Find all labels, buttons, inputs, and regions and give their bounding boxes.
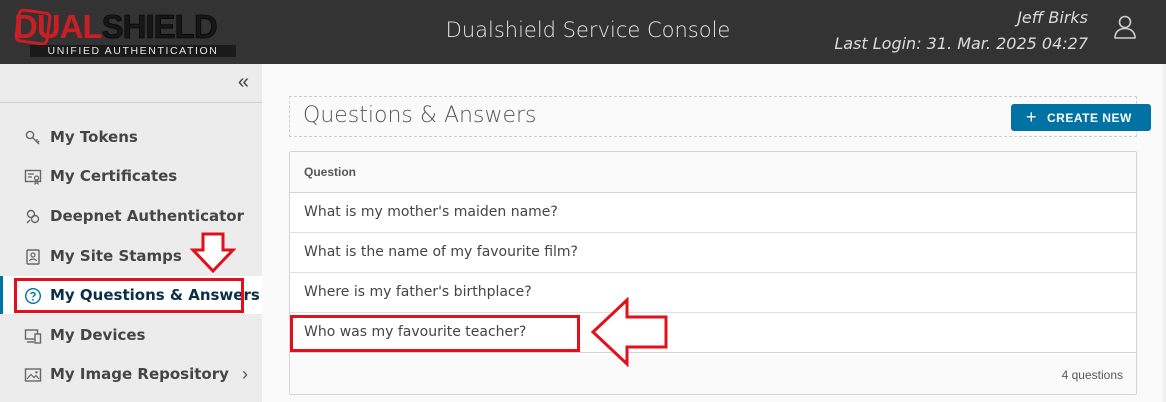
last-login: Last Login: 31. Mar. 2025 04:27 bbox=[834, 34, 1088, 53]
certificate-icon bbox=[24, 169, 42, 186]
sidebar-item-my-tokens[interactable]: My Tokens bbox=[0, 118, 262, 156]
site-stamp-icon bbox=[26, 249, 40, 265]
sidebar-item-my-certificates[interactable]: My Certificates bbox=[0, 157, 262, 195]
sidebar-item-label: My Certificates bbox=[50, 167, 178, 185]
table-row[interactable]: What is my mother's maiden name? bbox=[290, 193, 1136, 233]
devices-icon bbox=[24, 329, 42, 344]
sidebar-item-label: My Site Stamps bbox=[50, 247, 182, 265]
user-icon[interactable] bbox=[1112, 14, 1138, 40]
plus-icon: + bbox=[1026, 107, 1038, 127]
annotation-left-arrow-icon bbox=[590, 297, 668, 367]
sidebar-item-label: My Tokens bbox=[50, 128, 138, 146]
sidebar-item-label: My Image Repository bbox=[50, 365, 229, 383]
table-row[interactable]: What is the name of my favourite film? bbox=[290, 233, 1136, 273]
question-text: What is my mother's maiden name? bbox=[304, 204, 558, 220]
page-title: Questions & Answers bbox=[303, 103, 537, 128]
question-text: Where is my father's birthplace? bbox=[304, 284, 532, 300]
chevron-right-icon[interactable]: › bbox=[242, 364, 248, 385]
question-text: What is the name of my favourite film? bbox=[304, 244, 578, 260]
grid-footer: 4 questions bbox=[290, 355, 1136, 394]
double-chevron-left-icon[interactable]: « bbox=[238, 72, 249, 92]
grid-header[interactable]: Question bbox=[290, 152, 1136, 193]
sidebar-collapse-bar: « bbox=[0, 64, 262, 103]
questions-grid: Question What is my mother's maiden name… bbox=[289, 151, 1137, 395]
annotation-down-arrow-icon bbox=[190, 232, 236, 274]
app-title: Dualshield Service Console bbox=[445, 18, 731, 42]
top-header: DUALSHIELD UNIFIED AUTHENTICATION Dualsh… bbox=[0, 0, 1166, 64]
user-name: Jeff Birks bbox=[1017, 8, 1088, 27]
sidebar-item-my-image-repository[interactable]: My Image Repository › bbox=[0, 355, 262, 393]
question-count: 4 questions bbox=[1061, 368, 1123, 382]
highlight-box-sidebar bbox=[14, 278, 244, 313]
sidebar-item-my-devices[interactable]: My Devices bbox=[0, 316, 262, 354]
create-new-label: CREATE NEW bbox=[1047, 111, 1132, 125]
table-row[interactable]: Where is my father's birthplace? bbox=[290, 273, 1136, 313]
authenticator-icon bbox=[26, 209, 40, 224]
sidebar-item-deepnet-authenticator[interactable]: Deepnet Authenticator bbox=[0, 197, 262, 235]
logo-tagline: UNIFIED AUTHENTICATION bbox=[30, 45, 236, 57]
key-icon bbox=[25, 130, 40, 145]
sidebar-item-label: My Devices bbox=[50, 326, 146, 344]
highlight-box-row bbox=[290, 315, 580, 352]
create-new-button[interactable]: + CREATE NEW bbox=[1011, 104, 1151, 131]
page-title-bar: Questions & Answers + CREATE NEW bbox=[289, 96, 1151, 137]
image-icon bbox=[24, 368, 42, 382]
sidebar-item-label: Deepnet Authenticator bbox=[50, 207, 244, 225]
column-header-question: Question bbox=[304, 165, 357, 179]
